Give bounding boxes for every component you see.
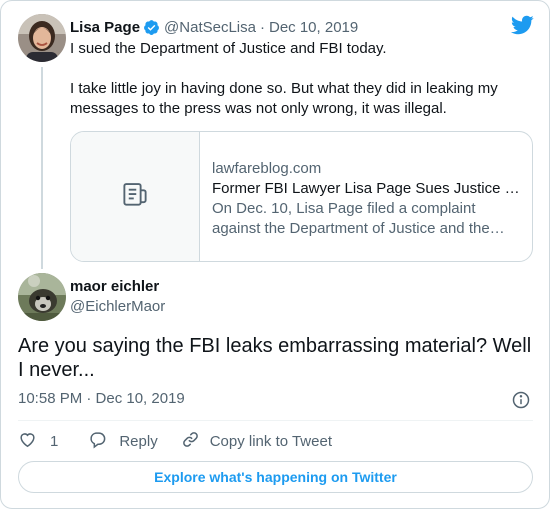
reply-tweet-text: Are you saying the FBI leaks embarrassin… bbox=[18, 335, 532, 381]
info-icon[interactable] bbox=[511, 390, 531, 410]
parent-tweet-header: Lisa Page @NatSecLisa · Dec 10, 2019 bbox=[70, 16, 358, 38]
thread-connector-line bbox=[41, 67, 43, 269]
tweet-embed-card: Lisa Page @NatSecLisa · Dec 10, 2019 I s… bbox=[0, 0, 550, 509]
parent-tweet-date[interactable]: Dec 10, 2019 bbox=[269, 19, 358, 36]
parent-tweet-text: I sued the Department of Justice and FBI… bbox=[70, 39, 520, 119]
verified-badge-icon bbox=[143, 19, 160, 36]
header-separator: · bbox=[259, 18, 265, 36]
link-card-body: lawfareblog.com Former FBI Lawyer Lisa P… bbox=[200, 132, 532, 261]
parent-tweet-text-line-1: I sued the Department of Justice and FBI… bbox=[70, 40, 387, 57]
link-preview-card[interactable]: lawfareblog.com Former FBI Lawyer Lisa P… bbox=[70, 131, 533, 262]
reply-button[interactable]: Reply bbox=[88, 430, 158, 453]
parent-author-name[interactable]: Lisa Page bbox=[70, 19, 140, 36]
parent-author-handle[interactable]: @NatSecLisa bbox=[164, 19, 256, 36]
actions-divider bbox=[18, 420, 533, 421]
reply-author-avatar[interactable] bbox=[18, 273, 66, 321]
reply-label: Reply bbox=[119, 432, 158, 450]
like-count: 1 bbox=[50, 432, 59, 450]
reply-author-handle[interactable]: @EichlerMaor bbox=[70, 298, 165, 315]
article-icon bbox=[120, 179, 150, 214]
link-domain: lawfareblog.com bbox=[212, 160, 322, 177]
like-button[interactable]: 1 bbox=[18, 430, 58, 453]
twitter-bird-icon[interactable] bbox=[510, 15, 534, 35]
link-thumbnail bbox=[71, 132, 200, 261]
heart-icon bbox=[18, 430, 37, 453]
copy-link-label: Copy link to Tweet bbox=[209, 432, 332, 450]
explore-twitter-button[interactable]: Explore what's happening on Twitter bbox=[18, 461, 533, 493]
parent-author-avatar[interactable] bbox=[18, 14, 66, 62]
reply-bubble-icon bbox=[88, 430, 107, 453]
parent-tweet-text-line-2: I take little joy in having done so. But… bbox=[70, 80, 498, 117]
tweet-actions-bar: 1 Reply Copy link to Tweet bbox=[18, 429, 332, 453]
reply-author-name[interactable]: maor eichler bbox=[70, 278, 159, 295]
reply-tweet-timestamp[interactable]: 10:58 PM · Dec 10, 2019 bbox=[18, 390, 185, 407]
link-description: On Dec. 10, Lisa Page filed a complaint … bbox=[212, 200, 490, 237]
copy-link-button[interactable]: Copy link to Tweet bbox=[181, 430, 332, 453]
link-chain-icon bbox=[181, 430, 200, 453]
link-title: Former FBI Lawyer Lisa Page Sues Justice… bbox=[212, 180, 520, 197]
